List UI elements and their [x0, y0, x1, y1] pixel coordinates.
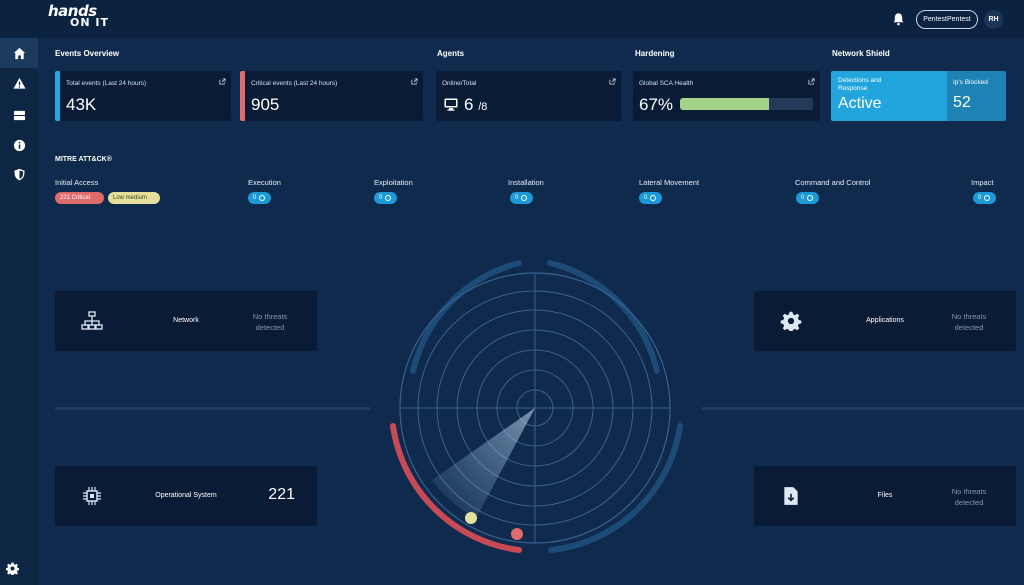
sidebar-item-home[interactable]	[0, 38, 38, 68]
ips-blocked-value: 52	[953, 94, 971, 111]
count-badge-exploitation[interactable]: 0	[374, 192, 397, 204]
section-title-events-overview: Events Overview	[55, 49, 120, 58]
sidebar-item-shield[interactable]	[0, 159, 38, 189]
ips-blocked-panel: Ip's Blocked 52	[947, 71, 1006, 121]
card-accent-bar	[240, 71, 245, 121]
files-threat-card[interactable]: Files No threats detected	[754, 466, 1016, 526]
bell-icon[interactable]	[892, 12, 905, 26]
network-shield-card[interactable]: Detections and Response Active Ip's Bloc…	[831, 71, 1006, 121]
tactic-initial-access[interactable]: Initial Access	[55, 178, 98, 187]
section-title-hardening: Hardening	[635, 49, 675, 58]
sca-progress-fill	[680, 98, 770, 110]
sca-health-value: 67%	[639, 95, 674, 114]
user-menu-button[interactable]: PentestPentest	[916, 10, 978, 29]
divider-right	[702, 407, 1024, 410]
agents-count: 6 /8	[464, 95, 487, 115]
external-link-icon[interactable]	[411, 78, 418, 85]
divider-left	[55, 407, 370, 410]
applications-status: No threats detected	[951, 312, 987, 332]
avatar-initials: RH	[988, 16, 999, 23]
total-events-label: Total events (Last 24 hours)	[66, 80, 147, 87]
sca-progress-bar	[680, 98, 813, 110]
medium-badge-text: Low medium	[113, 195, 148, 201]
shield-icon	[13, 168, 25, 180]
count-badge-command-and-control[interactable]: 0	[796, 192, 819, 204]
avatar[interactable]: RH	[984, 10, 1003, 29]
agents-online-value: 6	[464, 95, 474, 114]
network-status: No threats detected	[252, 312, 288, 332]
status-dot-icon	[807, 195, 814, 201]
count-value: 0	[978, 195, 982, 201]
sidebar	[0, 38, 38, 585]
count-value: 0	[801, 195, 805, 201]
user-name: PentestPentest	[923, 16, 971, 23]
count-value: 0	[379, 195, 383, 201]
count-badge-installation[interactable]: 0	[510, 192, 533, 204]
radar-blip[interactable]	[465, 512, 477, 524]
count-value: 0	[253, 195, 257, 201]
section-title-network-shield: Network Shield	[832, 49, 890, 58]
top-bar: hands ON IT PentestPentest RH	[0, 0, 1024, 38]
sca-health-label: Global SCA Health	[639, 80, 694, 87]
status-dot-icon	[259, 195, 266, 201]
radar-blip[interactable]	[511, 528, 523, 540]
critical-events-card[interactable]: Critical events (Last 24 hours) 905	[240, 71, 423, 121]
tactic-impact[interactable]: Impact	[971, 178, 994, 187]
external-link-icon[interactable]	[609, 78, 616, 85]
count-badge-execution[interactable]: 0	[248, 192, 271, 204]
tactic-command-and-control[interactable]: Command and Control	[795, 178, 870, 187]
network-threat-card[interactable]: Network No threats detected	[55, 291, 317, 351]
settings-gear-icon[interactable]	[6, 562, 19, 575]
status-dot-icon	[650, 195, 657, 201]
tactic-lateral-movement[interactable]: Lateral Movement	[639, 178, 699, 187]
mitre-title: MITRE ATT&CK®	[55, 156, 112, 163]
brand-logo[interactable]: hands ON IT	[48, 4, 109, 29]
agents-label: Online/Total	[442, 80, 477, 87]
home-icon	[13, 47, 25, 59]
info-icon	[13, 139, 25, 151]
status-dot-icon	[385, 195, 392, 201]
monitor-icon	[444, 98, 458, 111]
critical-badge-text: 221 Critical	[60, 195, 91, 201]
warning-icon	[12, 77, 26, 89]
medium-badge[interactable]: Low medium	[108, 192, 160, 204]
count-badge-lateral-movement[interactable]: 0	[639, 192, 662, 204]
sidebar-item-info[interactable]	[0, 130, 38, 160]
agents-card[interactable]: Online/Total 6 /8	[436, 71, 621, 121]
sidebar-item-alerts[interactable]	[0, 68, 38, 98]
radar-graphic	[390, 260, 683, 553]
sidebar-item-storage[interactable]	[0, 100, 38, 130]
total-events-value: 43K	[66, 95, 97, 114]
external-link-icon[interactable]	[808, 78, 815, 85]
critical-badge[interactable]: 221 Critical	[55, 192, 104, 204]
tactic-installation[interactable]: Installation	[508, 178, 544, 187]
files-status: No threats detected	[951, 487, 987, 507]
server-icon	[13, 110, 25, 120]
section-title-agents: Agents	[437, 49, 465, 58]
tactic-exploitation[interactable]: Exploitation	[374, 178, 413, 187]
sca-health-card[interactable]: Global SCA Health 67%	[633, 71, 820, 121]
detection-response-value: Active	[838, 95, 882, 112]
os-threat-card[interactable]: Operational System 221	[55, 466, 317, 526]
agents-total-value: /8	[478, 101, 488, 113]
detection-response-label: Detections and Response	[838, 77, 882, 92]
count-value: 0	[515, 195, 519, 201]
external-link-icon[interactable]	[219, 78, 226, 85]
tactic-execution[interactable]: Execution	[248, 178, 281, 187]
count-value: 0	[644, 195, 648, 201]
critical-events-label: Critical events (Last 24 hours)	[251, 80, 338, 87]
status-dot-icon	[984, 195, 991, 201]
status-dot-icon	[521, 195, 528, 201]
os-threat-count: 221	[268, 486, 295, 503]
ips-blocked-label: Ip's Blocked	[953, 79, 988, 86]
count-badge-impact[interactable]: 0	[973, 192, 996, 204]
card-accent-bar	[55, 71, 60, 121]
critical-events-value: 905	[251, 95, 280, 114]
total-events-card[interactable]: Total events (Last 24 hours) 43K	[55, 71, 231, 121]
applications-threat-card[interactable]: Applications No threats detected	[754, 291, 1016, 351]
detection-response-panel: Detections and Response Active	[831, 71, 947, 121]
